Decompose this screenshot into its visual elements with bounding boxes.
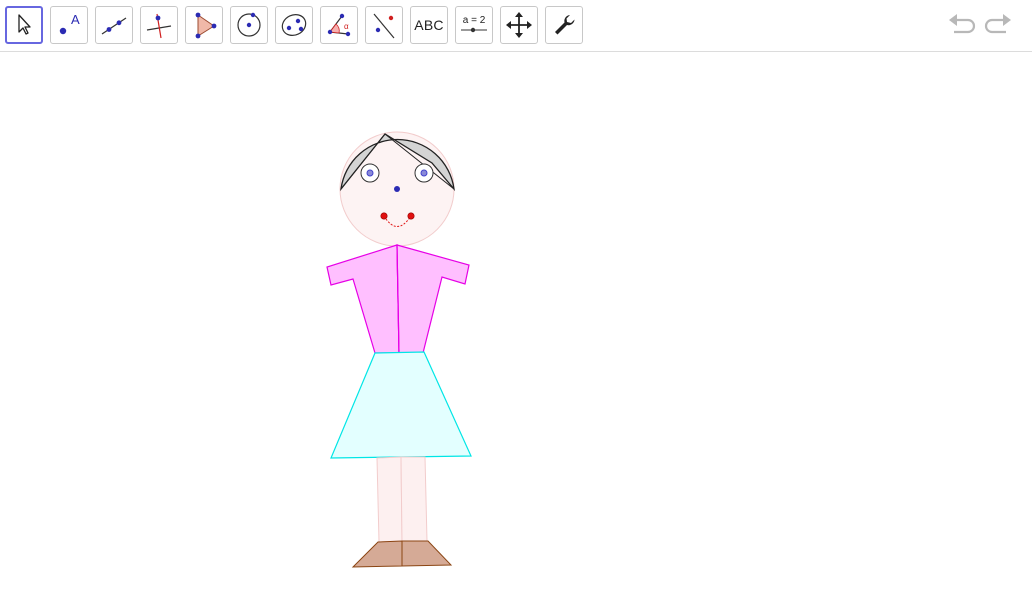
skirt-shape[interactable] <box>330 351 472 459</box>
text-tool-button[interactable]: ABC <box>410 6 448 44</box>
wrench-icon <box>555 15 575 35</box>
reflect-tool-button[interactable] <box>365 6 403 44</box>
line-icon <box>101 17 127 35</box>
arrow-cursor-icon <box>18 14 31 35</box>
point-tool-button[interactable]: A <box>50 6 88 44</box>
perpendicular-line-tool-button[interactable] <box>140 6 178 44</box>
nose-point[interactable] <box>394 186 400 192</box>
redo-icon <box>984 14 1011 34</box>
slider-tool-button[interactable]: a = 2 <box>455 6 493 44</box>
slider-icon: a = 2 <box>461 15 487 33</box>
mouth-left-point[interactable] <box>380 212 388 220</box>
move-arrows-icon <box>506 12 532 38</box>
polygon-icon <box>195 12 217 39</box>
slider-label: a = 2 <box>463 15 486 26</box>
redo-button[interactable] <box>984 12 1014 40</box>
move-graphics-view-tool-button[interactable] <box>500 6 538 44</box>
settings-tool-button[interactable] <box>545 6 583 44</box>
left-leg[interactable] <box>376 456 403 543</box>
right-leg[interactable] <box>400 456 428 542</box>
point-label: A <box>71 12 80 27</box>
circle-tool-button[interactable] <box>230 6 268 44</box>
angle-label: α <box>344 22 349 31</box>
drawing-canvas[interactable] <box>0 53 1032 610</box>
left-pupil[interactable] <box>366 169 374 177</box>
undo-button[interactable] <box>946 12 976 40</box>
mouth-right-point[interactable] <box>407 212 415 220</box>
polygon-tool-button[interactable] <box>185 6 223 44</box>
text-icon: ABC <box>414 17 444 33</box>
move-tool-button[interactable] <box>5 6 43 44</box>
ellipse-tool-button[interactable] <box>275 6 313 44</box>
line-tool-button[interactable] <box>95 6 133 44</box>
toolbar: A α ABC a = 2 <box>0 0 1032 52</box>
perpendicular-line-icon <box>146 13 172 39</box>
graphics-view[interactable] <box>0 53 1032 610</box>
right-pupil[interactable] <box>420 169 428 177</box>
point-icon: A <box>59 12 80 35</box>
reflect-line-icon <box>373 13 395 39</box>
shirt-left-half[interactable] <box>326 244 400 354</box>
ellipse-icon <box>281 14 307 36</box>
undo-icon <box>949 14 976 34</box>
angle-icon: α <box>327 13 351 37</box>
angle-tool-button[interactable]: α <box>320 6 358 44</box>
left-shoe[interactable] <box>351 540 403 568</box>
shirt-right-half[interactable] <box>396 244 470 354</box>
circle-center-point-icon <box>237 12 261 37</box>
right-shoe[interactable] <box>401 540 453 567</box>
